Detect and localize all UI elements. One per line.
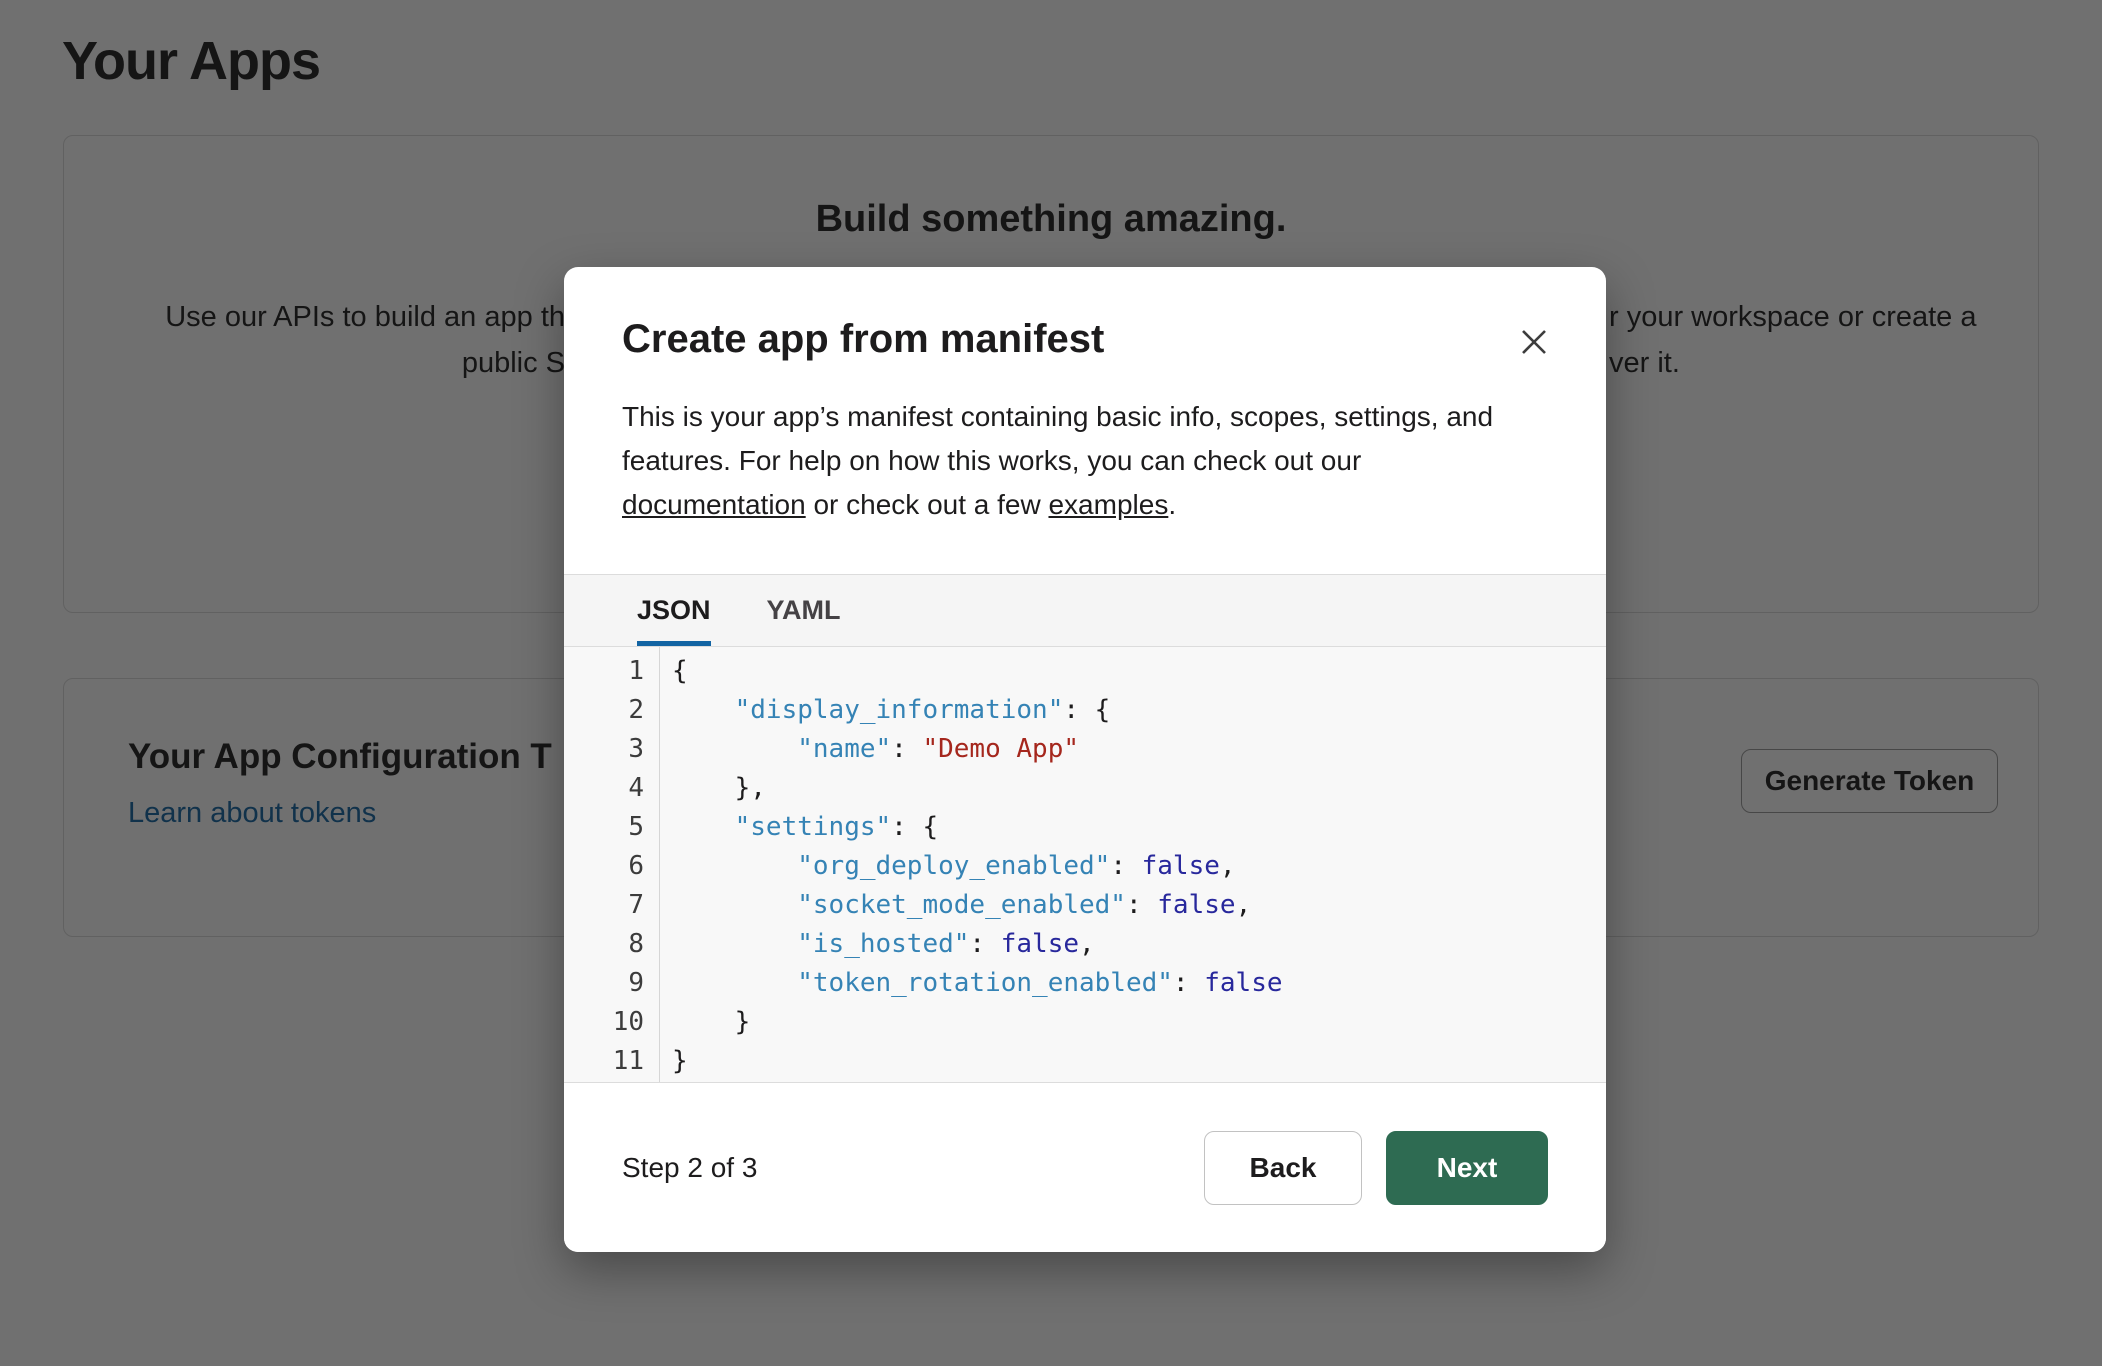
modal-description: This is your app’s manifest containing b…: [622, 395, 1542, 527]
line-number: 1: [564, 652, 660, 691]
code-line: 2 "display_information": {: [564, 691, 1606, 730]
code-text: "is_hosted": false,: [660, 925, 1095, 964]
code-line: 1{: [564, 652, 1606, 691]
code-text: }: [660, 1042, 688, 1081]
code-line: 5 "settings": {: [564, 808, 1606, 847]
footer-buttons: Back Next: [1204, 1131, 1548, 1205]
code-line: 10 }: [564, 1003, 1606, 1042]
code-line: 11}: [564, 1042, 1606, 1081]
line-number: 8: [564, 925, 660, 964]
step-indicator: Step 2 of 3: [622, 1152, 757, 1184]
code-text: {: [660, 652, 688, 691]
line-number: 4: [564, 769, 660, 808]
back-button[interactable]: Back: [1204, 1131, 1362, 1205]
description-end: .: [1168, 489, 1176, 520]
line-number: 5: [564, 808, 660, 847]
examples-link[interactable]: examples: [1048, 489, 1168, 520]
code-text: }: [660, 1003, 750, 1042]
tab-yaml[interactable]: YAML: [767, 575, 841, 646]
next-button[interactable]: Next: [1386, 1131, 1548, 1205]
modal-footer: Step 2 of 3 Back Next: [564, 1084, 1606, 1252]
line-number: 3: [564, 730, 660, 769]
code-text: "token_rotation_enabled": false: [660, 964, 1283, 1003]
create-app-from-manifest-modal: Create app from manifest This is your ap…: [564, 267, 1606, 1252]
line-number: 7: [564, 886, 660, 925]
code-text: "name": "Demo App": [660, 730, 1079, 769]
line-number: 2: [564, 691, 660, 730]
code-text: "socket_mode_enabled": false,: [660, 886, 1251, 925]
close-icon: [1518, 326, 1550, 361]
description-line2: features. For help on how this works, yo…: [622, 445, 1361, 476]
code-line: 4 },: [564, 769, 1606, 808]
manifest-format-tabs: JSON YAML: [564, 574, 1606, 647]
line-number: 11: [564, 1042, 660, 1081]
code-line: 7 "socket_mode_enabled": false,: [564, 886, 1606, 925]
close-button[interactable]: [1514, 323, 1554, 363]
code-line: 8 "is_hosted": false,: [564, 925, 1606, 964]
code-text: "settings": {: [660, 808, 938, 847]
code-line: 9 "token_rotation_enabled": false: [564, 964, 1606, 1003]
modal-title: Create app from manifest: [622, 317, 1104, 362]
description-mid: or check out a few: [806, 489, 1049, 520]
description-line1: This is your app’s manifest containing b…: [622, 401, 1493, 432]
code-text: },: [660, 769, 766, 808]
code-line: 3 "name": "Demo App": [564, 730, 1606, 769]
manifest-editor[interactable]: 1{2 "display_information": {3 "name": "D…: [564, 647, 1606, 1083]
tab-json[interactable]: JSON: [637, 575, 711, 646]
line-number: 9: [564, 964, 660, 1003]
code-text: "display_information": {: [660, 691, 1110, 730]
code-line: 6 "org_deploy_enabled": false,: [564, 847, 1606, 886]
documentation-link[interactable]: documentation: [622, 489, 806, 520]
editor-code-lines: 1{2 "display_information": {3 "name": "D…: [564, 647, 1606, 1081]
code-text: "org_deploy_enabled": false,: [660, 847, 1236, 886]
line-number: 10: [564, 1003, 660, 1042]
line-number: 6: [564, 847, 660, 886]
